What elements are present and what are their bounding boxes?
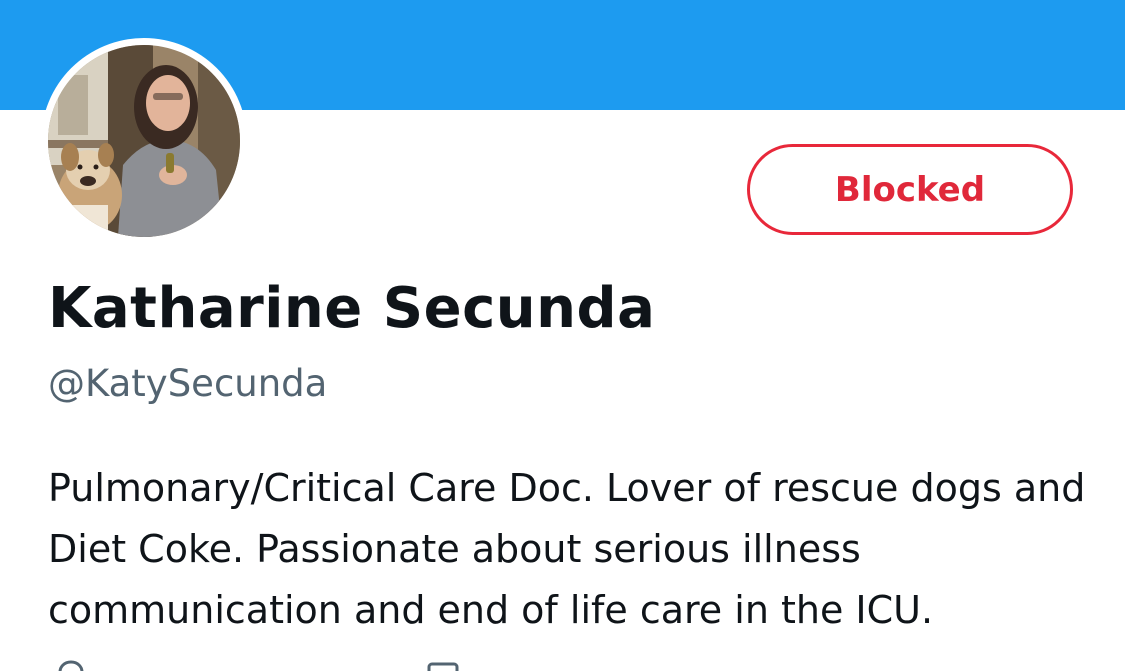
location-icon	[58, 660, 84, 671]
user-handle[interactable]: @KatySecunda	[48, 362, 327, 405]
blocked-button[interactable]: Blocked	[747, 144, 1073, 235]
display-name: Katharine Secunda	[48, 276, 656, 341]
profile-page: Blocked Katharine Secunda @KatySecunda P…	[0, 0, 1125, 671]
calendar-icon	[427, 662, 459, 671]
avatar-photo	[48, 45, 240, 237]
profile-bio: Pulmonary/Critical Care Doc. Lover of re…	[48, 466, 1086, 632]
avatar[interactable]	[41, 38, 247, 244]
